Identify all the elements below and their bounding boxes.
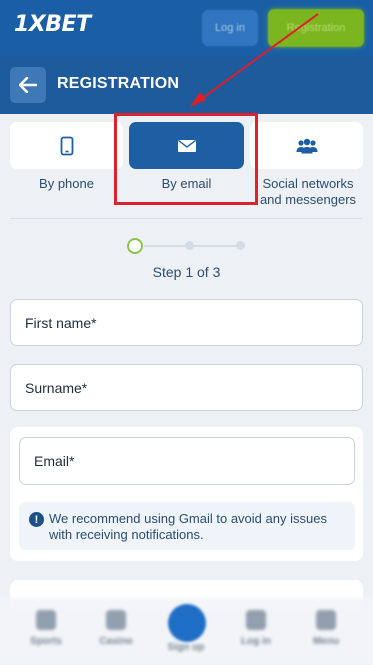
step-connector xyxy=(192,245,236,247)
top-bar: 1XBET Log in Registration xyxy=(0,0,373,56)
signup-icon[interactable] xyxy=(168,604,206,642)
tab-label-social-networks: Social networks and messengers xyxy=(259,176,357,207)
back-button[interactable] xyxy=(10,67,46,103)
arrow-left-icon xyxy=(19,77,37,93)
info-notice: ! We recommend using Gmail to avoid any … xyxy=(19,502,355,550)
phone-icon xyxy=(60,136,73,155)
nav-label: Menu xyxy=(312,636,340,647)
divider xyxy=(10,218,363,219)
info-icon: ! xyxy=(29,512,44,527)
step-connector xyxy=(144,245,186,247)
step-indicator: Step 1 of 3 xyxy=(152,264,221,280)
nav-label: Casino xyxy=(99,636,133,647)
nav-label: Sports xyxy=(30,636,62,647)
nav-login[interactable]: Log in xyxy=(226,598,286,665)
tab-label-by-phone: By phone xyxy=(39,176,94,191)
surname-field[interactable]: Surname* xyxy=(10,364,363,411)
page-title: REGISTRATION xyxy=(57,75,180,92)
step-2-dot xyxy=(185,241,194,250)
nav-label: Log in xyxy=(241,636,271,647)
brand-logo[interactable]: 1XBET xyxy=(14,12,91,37)
highlight-box xyxy=(114,113,258,205)
step-1-dot xyxy=(127,238,143,254)
casino-icon xyxy=(106,610,126,630)
first-name-field[interactable]: First name* xyxy=(10,299,363,346)
trophy-icon xyxy=(36,610,56,630)
tab-social-networks[interactable] xyxy=(250,122,363,169)
users-icon xyxy=(296,138,317,153)
email-field[interactable]: Email* xyxy=(19,437,355,485)
nav-menu[interactable]: Menu xyxy=(296,598,356,665)
step-3-dot xyxy=(236,241,245,250)
login-button[interactable]: Log in xyxy=(202,10,258,46)
user-icon xyxy=(246,610,266,630)
info-text: We recommend using Gmail to avoid any is… xyxy=(49,511,327,542)
nav-label: Sign up xyxy=(167,642,205,653)
page-header: REGISTRATION xyxy=(0,56,373,114)
register-button[interactable]: Registration xyxy=(268,9,364,47)
nav-casino[interactable]: Casino xyxy=(86,598,146,665)
nav-sports[interactable]: Sports xyxy=(16,598,76,665)
menu-icon xyxy=(316,610,336,630)
tab-by-phone[interactable] xyxy=(10,122,123,169)
